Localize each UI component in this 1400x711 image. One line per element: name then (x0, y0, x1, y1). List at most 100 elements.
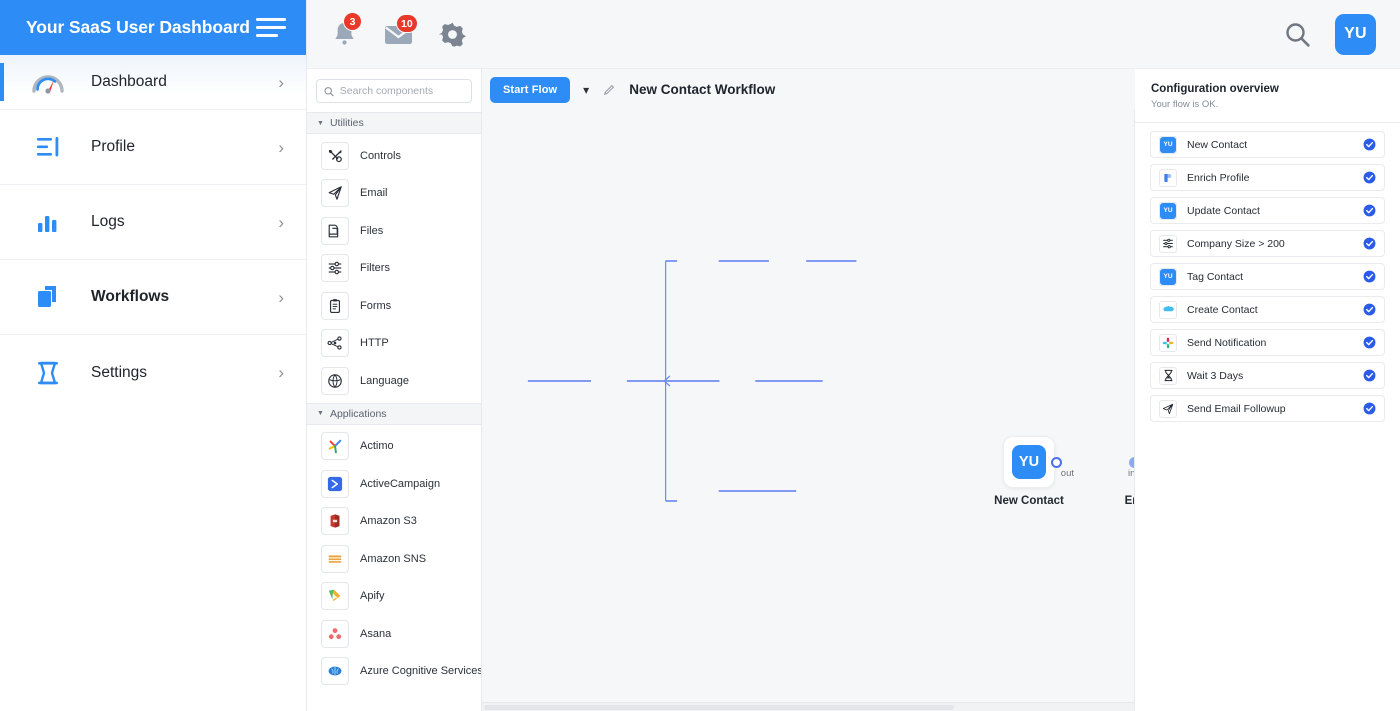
config-row[interactable]: YU New Contact (1150, 131, 1385, 158)
config-row[interactable]: Enrich Profile (1150, 164, 1385, 191)
messages-button[interactable]: 10 (384, 22, 413, 46)
node-shape: YU (1003, 436, 1055, 488)
topbar-right: YU (1284, 14, 1376, 55)
palette-item-activecampaign[interactable]: ActiveCampaign (307, 465, 481, 503)
chevron-down-icon[interactable]: ▾ (583, 83, 589, 97)
config-row-label: Wait 3 Days (1187, 370, 1353, 382)
component-palette: ▼ Utilities (307, 69, 482, 711)
palette-group-applications[interactable]: ▼ Applications (307, 403, 481, 425)
config-row[interactable]: Wait 3 Days (1150, 362, 1385, 389)
port-out[interactable] (1051, 457, 1062, 468)
node-new-contact[interactable]: YU out New Contact (1003, 436, 1055, 488)
chevron-right-icon: › (278, 364, 284, 381)
palette-item-language[interactable]: Language (307, 362, 481, 400)
yu-badge-icon: YU (1159, 268, 1177, 286)
palette-item-label: ActiveCampaign (360, 478, 440, 490)
palette-item-actimo[interactable]: Actimo (307, 428, 481, 466)
palette-item-label: HTTP (360, 337, 389, 349)
config-row[interactable]: Send Email Followup (1150, 395, 1385, 422)
palette-item-filters[interactable]: Filters (307, 250, 481, 288)
config-subtitle: Your flow is OK. (1151, 99, 1384, 110)
config-header: Configuration overview Your flow is OK. (1135, 69, 1400, 123)
config-row-label: Send Notification (1187, 337, 1353, 349)
palette-item-files[interactable]: Files (307, 212, 481, 250)
palette-item-apify[interactable]: Apify (307, 578, 481, 616)
search-button[interactable] (1284, 21, 1311, 48)
asana-icon (321, 620, 349, 648)
configuration-panel: Configuration overview Your flow is OK. … (1135, 69, 1400, 711)
palette-item-label: Forms (360, 300, 391, 312)
config-row[interactable]: Send Notification (1150, 329, 1385, 356)
sidebar-item-label: Profile (91, 138, 278, 156)
avatar[interactable]: YU (1335, 14, 1376, 55)
settings-button[interactable] (439, 21, 466, 48)
palette-item-amazon-sns[interactable]: Amazon SNS (307, 540, 481, 578)
check-circle-icon (1363, 171, 1376, 184)
hourglass-icon (1159, 367, 1177, 385)
activecampaign-icon (321, 470, 349, 498)
palette-item-asana[interactable]: Asana (307, 615, 481, 653)
sidebar-item-profile[interactable]: Profile › (0, 110, 306, 185)
notifications-badge: 3 (343, 12, 362, 31)
tools-icon (321, 142, 349, 170)
config-row[interactable]: YU Update Contact (1150, 197, 1385, 224)
sidebar-item-dashboard[interactable]: Dashboard › (0, 55, 306, 110)
palette-item-http[interactable]: HTTP (307, 325, 481, 363)
chevron-right-icon: › (278, 74, 284, 91)
yu-badge-icon: YU (1159, 136, 1177, 154)
workflow-canvas[interactable]: YU out New Contact (482, 110, 1135, 711)
palette-group-label: Utilities (330, 117, 364, 129)
clipboard-icon (321, 292, 349, 320)
port-in[interactable] (1129, 457, 1135, 468)
palette-item-email[interactable]: Email (307, 175, 481, 213)
config-row[interactable]: Company Size > 200 (1150, 230, 1385, 257)
sliders-icon (321, 254, 349, 282)
gear-icon (439, 21, 466, 48)
pencil-icon[interactable] (602, 83, 616, 97)
hamburger-icon[interactable] (256, 18, 286, 37)
palette-item-label: Apify (360, 590, 384, 602)
config-row[interactable]: YU Tag Contact (1150, 263, 1385, 290)
palette-item-label: Amazon SNS (360, 553, 426, 565)
config-row-label: Tag Contact (1187, 271, 1353, 283)
actimo-icon (321, 432, 349, 460)
azure-cognitive-icon (321, 657, 349, 685)
palette-item-forms[interactable]: Forms (307, 287, 481, 325)
canvas-horizontal-scrollbar[interactable] (482, 702, 1134, 711)
paper-plane-icon (321, 179, 349, 207)
check-circle-icon (1363, 237, 1376, 250)
config-row[interactable]: Create Contact (1150, 296, 1385, 323)
palette-item-amazon-s3[interactable]: Amazon S3 (307, 503, 481, 541)
check-circle-icon (1363, 138, 1376, 151)
start-flow-button[interactable]: Start Flow (490, 77, 570, 103)
node-label: Enrich Profile (1125, 494, 1135, 509)
sidebar-item-settings[interactable]: Settings › (0, 335, 306, 410)
gauge-icon (27, 61, 69, 103)
palette-item-label: Language (360, 375, 409, 387)
sidebar-item-workflows[interactable]: Workflows › (0, 260, 306, 335)
palette-item-controls[interactable]: Controls (307, 137, 481, 175)
flow-name: New Contact Workflow (629, 82, 775, 97)
workspace: ▼ Utilities (307, 69, 1400, 711)
search-input[interactable] (340, 85, 464, 97)
chevron-right-icon: › (278, 289, 284, 306)
files-icon (321, 217, 349, 245)
notifications-button[interactable]: 3 (331, 20, 358, 48)
yu-badge: YU (1012, 445, 1046, 479)
sidebar-item-logs[interactable]: Logs › (0, 185, 306, 260)
search-icon (324, 86, 334, 97)
globe-icon (321, 367, 349, 395)
config-row-label: New Contact (1187, 139, 1353, 151)
palette-item-label: Amazon S3 (360, 515, 417, 527)
canvas-column: Start Flow ▾ New Contact Workflow (482, 69, 1135, 711)
sidebar-item-label: Workflows (91, 288, 278, 306)
palette-item-azure-cognitive-services[interactable]: Azure Cognitive Services (307, 653, 481, 691)
tool-icon (27, 352, 69, 394)
slack-icon (1159, 334, 1177, 352)
search-components-box[interactable] (316, 79, 472, 103)
palette-group-utilities[interactable]: ▼ Utilities (307, 112, 481, 134)
check-circle-icon (1363, 270, 1376, 283)
salesforce-icon (1159, 301, 1177, 319)
palette-item-label: Controls (360, 150, 401, 162)
main-area: 3 10 (307, 0, 1400, 711)
